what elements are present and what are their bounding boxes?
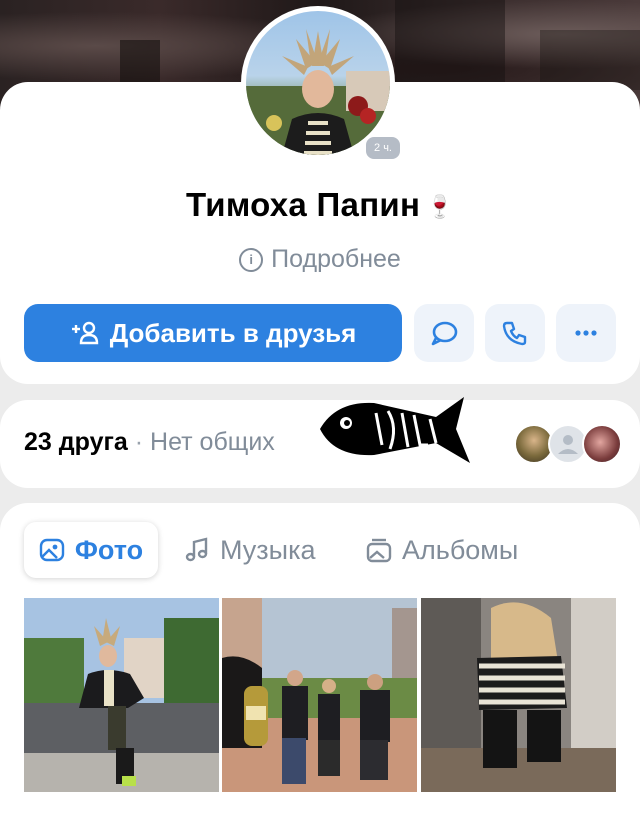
music-note-icon [185,537,208,562]
more-info-link[interactable]: i Подробнее [0,245,640,274]
avatar-image [246,11,390,155]
friend-avatar [582,424,622,464]
more-options-button[interactable] [556,304,616,362]
photo-thumbnail-1[interactable] [24,598,219,792]
ellipsis-icon [575,330,597,336]
call-button[interactable] [485,304,545,362]
add-user-icon [71,321,98,345]
tab-music[interactable]: Музыка [184,522,316,578]
online-status-badge: 2 ч. [363,134,403,162]
album-icon [366,538,392,563]
message-bubble-icon [431,321,458,346]
tab-albums[interactable]: Альбомы [366,522,518,578]
tab-photos[interactable]: Фото [24,522,158,578]
vobla-fish-sticker [320,397,470,463]
friends-count: 23 друга [24,428,128,456]
separator-dot: · [134,428,144,456]
profile-name: Тимоха Папин [186,186,421,223]
profile-name-row: Тимоха Папин 🍷 [0,186,640,224]
friends-summary[interactable]: 23 друга · Нет общих [24,428,275,457]
tab-label: Музыка [220,534,316,565]
add-friend-button[interactable]: Добавить в друзья [24,304,402,362]
phone-icon [502,321,527,346]
tab-label: Альбомы [402,534,519,565]
message-button[interactable] [414,304,474,362]
photo-icon [39,538,65,562]
photo-thumbnail-3[interactable] [421,598,616,792]
more-info-label: Подробнее [271,245,401,273]
photo-thumbnail-2[interactable] [222,598,417,792]
mutual-friends-label: Нет общих [150,428,275,456]
friend-avatars[interactable] [514,424,624,464]
tab-label: Фото [74,534,144,565]
wine-glass-emoji: 🍷 [426,194,454,219]
add-friend-label: Добавить в друзья [109,317,357,348]
info-icon: i [239,248,264,272]
